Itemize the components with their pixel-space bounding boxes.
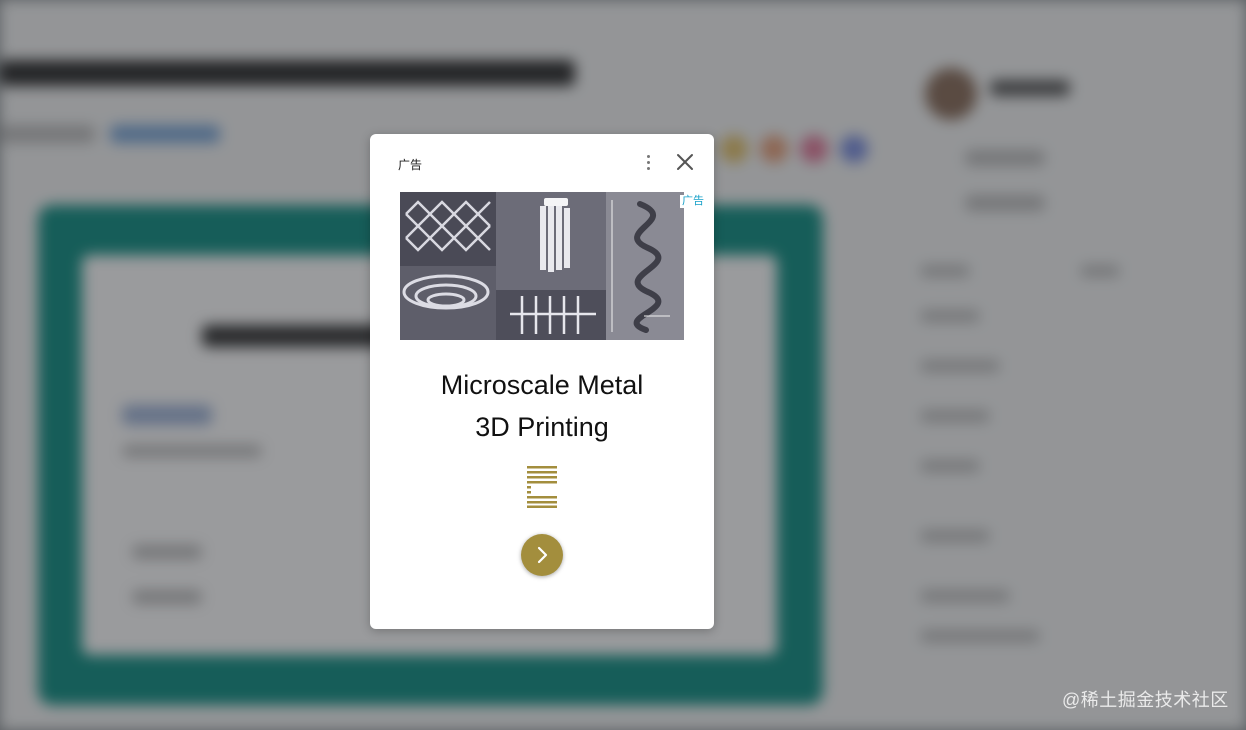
close-icon[interactable] (674, 151, 696, 173)
ad-image[interactable] (400, 192, 684, 340)
cta-next-button[interactable] (521, 534, 563, 576)
chevron-right-icon (537, 546, 548, 564)
ad-headline[interactable]: Microscale Metal 3D Printing (370, 364, 714, 448)
ad-headline-line2: 3D Printing (475, 412, 609, 442)
ad-headline-line1: Microscale Metal (440, 370, 644, 400)
ad-choice-badge[interactable]: 广告 (680, 195, 706, 208)
ad-label: 广告 (398, 158, 423, 172)
ad-dialog: 广告 广告 Microscale Metal 3D Printing (370, 134, 714, 629)
watermark: @稀土掘金技术社区 (1062, 690, 1229, 710)
brand-logo-icon[interactable] (527, 466, 557, 508)
more-vertical-icon[interactable] (636, 150, 660, 174)
